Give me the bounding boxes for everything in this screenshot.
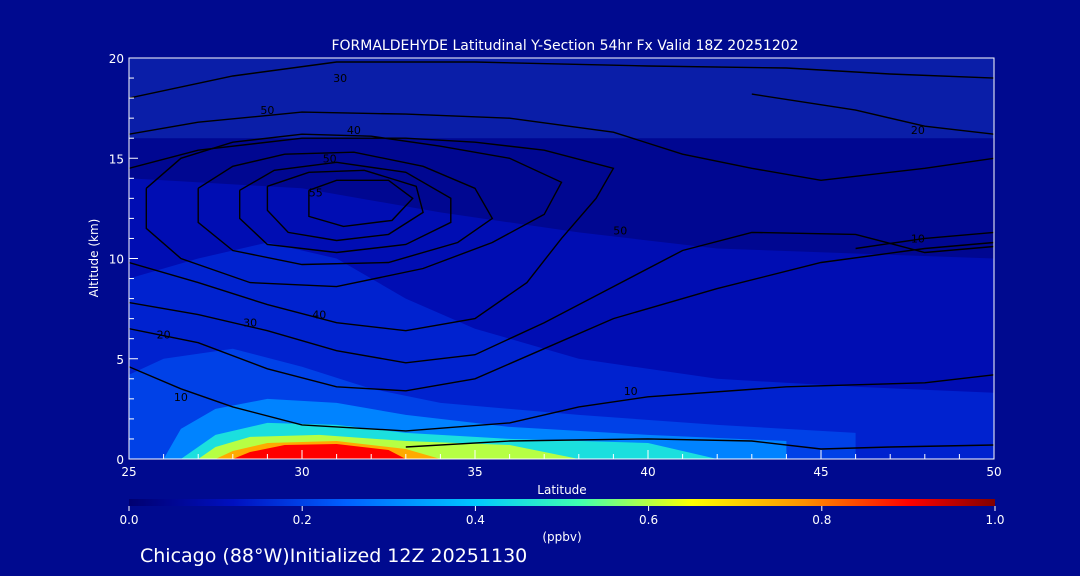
y-tick-label: 10 <box>109 253 124 267</box>
chart-canvas: FORMALDEHYDE Latitudinal Y-Section 54hr … <box>87 38 1005 567</box>
contour-label: 20 <box>911 124 925 137</box>
plot-area: 10 102030405040505550201030 <box>129 58 994 459</box>
y-tick-label: 20 <box>109 52 124 66</box>
contour-label: 40 <box>347 124 361 137</box>
colorbar-tick-label: 0.4 <box>466 513 485 527</box>
contour-label: 50 <box>613 224 627 237</box>
colorbar: 0.0 0.2 0.4 0.6 0.8 1.0 (ppbv) <box>119 499 1005 544</box>
x-axis-label: Latitude <box>537 483 586 497</box>
x-tick-label: 30 <box>294 465 309 479</box>
x-tick-label: 25 <box>121 465 136 479</box>
footer-caption: Chicago (88°W)Initialized 12Z 20251130 <box>140 545 527 567</box>
y-tick-label: 15 <box>109 152 124 166</box>
contour-label: 30 <box>243 317 257 330</box>
contour-label: 10 <box>624 385 638 398</box>
x-tick-label: 40 <box>640 465 655 479</box>
contour-label: 55 <box>309 186 323 199</box>
colorbar-ticks: 0.0 0.2 0.4 0.6 0.8 1.0 <box>119 506 1005 527</box>
colorbar-tick-label: 0.6 <box>639 513 658 527</box>
colorbar-unit-label: (ppbv) <box>542 530 581 544</box>
x-tick-label: 50 <box>986 465 1001 479</box>
contour-label: 50 <box>260 104 274 117</box>
y-tick-label: 5 <box>116 353 124 367</box>
contour-label: 10 <box>174 391 188 404</box>
chart-title: FORMALDEHYDE Latitudinal Y-Section 54hr … <box>331 38 798 54</box>
colorbar-tick-label: 0.0 <box>119 513 138 527</box>
x-tick-label: 45 <box>813 465 828 479</box>
y-tick-label: 0 <box>116 453 124 467</box>
contour-label: 10 <box>911 233 925 246</box>
x-tick-label: 35 <box>467 465 482 479</box>
colorbar-tick-label: 1.0 <box>985 513 1004 527</box>
colorbar-gradient <box>129 499 995 506</box>
colorbar-tick-label: 0.8 <box>812 513 831 527</box>
contour-label: 40 <box>312 309 326 322</box>
contour-label: 20 <box>157 329 171 342</box>
colorbar-tick-label: 0.2 <box>293 513 312 527</box>
y-axis-label: Altitude (km) <box>87 219 101 298</box>
contour-label: 30 <box>333 72 347 85</box>
